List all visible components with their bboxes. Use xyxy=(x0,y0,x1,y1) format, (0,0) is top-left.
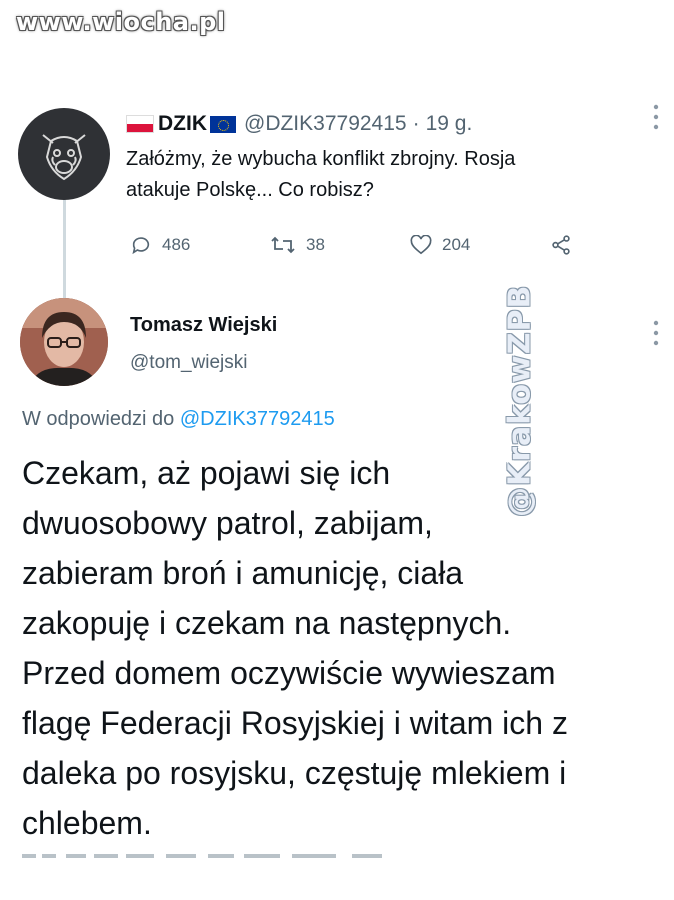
dzik-avatar[interactable] xyxy=(18,108,110,200)
tweet2-author-handle[interactable]: @tom_wiejski xyxy=(130,352,247,374)
retweet-icon xyxy=(271,236,295,254)
tweet1-separator: · xyxy=(412,112,420,135)
thread-connector-line xyxy=(63,190,66,298)
heart-icon xyxy=(410,235,432,255)
boar-logo-icon xyxy=(42,134,86,181)
profile-photo-icon xyxy=(20,298,108,386)
tweet1-text: Załóżmy, że wybucha konflikt zbrojny. Ro… xyxy=(126,148,516,201)
tweet1-timestamp[interactable]: 19 g. xyxy=(426,112,473,136)
tweet1-actions: 486 38 204 xyxy=(130,230,590,260)
tweet1-more-icon[interactable] xyxy=(652,102,660,132)
like-button[interactable]: 204 xyxy=(410,235,550,255)
tweet1-author-handle[interactable]: @DZIK37792415 xyxy=(244,112,407,136)
replying-to-handle-link[interactable]: @DZIK37792415 xyxy=(180,408,335,430)
reply-count: 486 xyxy=(162,235,191,254)
retweet-button[interactable]: 38 xyxy=(270,234,410,256)
tweet1-author-name[interactable]: DZIK xyxy=(158,112,207,136)
tweet2-author-name[interactable]: Tomasz Wiejski xyxy=(130,314,277,337)
replying-to-line: W odpowiedzi do @DZIK37792415 xyxy=(22,408,335,431)
reply-icon xyxy=(132,237,150,255)
share-icon xyxy=(552,235,570,255)
share-button[interactable] xyxy=(550,234,572,256)
tomasz-avatar[interactable] xyxy=(20,298,108,386)
like-count: 204 xyxy=(442,235,471,254)
tweet2-text: Czekam, aż pojawi się ich dwuosobowy pat… xyxy=(22,455,568,841)
site-watermark: www.wiocha.pl xyxy=(16,8,226,36)
retweet-count: 38 xyxy=(306,235,325,254)
replying-to-label: W odpowiedzi do xyxy=(22,408,175,430)
tweet2-more-icon[interactable] xyxy=(652,318,660,348)
tweet1-header: DZIK @DZIK37792415 · 19 g. xyxy=(126,112,472,136)
eu-flag-icon xyxy=(210,115,236,133)
reply-button[interactable]: 486 xyxy=(130,234,270,256)
cut-off-timestamp-row xyxy=(22,848,422,858)
poland-flag-icon xyxy=(126,115,154,133)
